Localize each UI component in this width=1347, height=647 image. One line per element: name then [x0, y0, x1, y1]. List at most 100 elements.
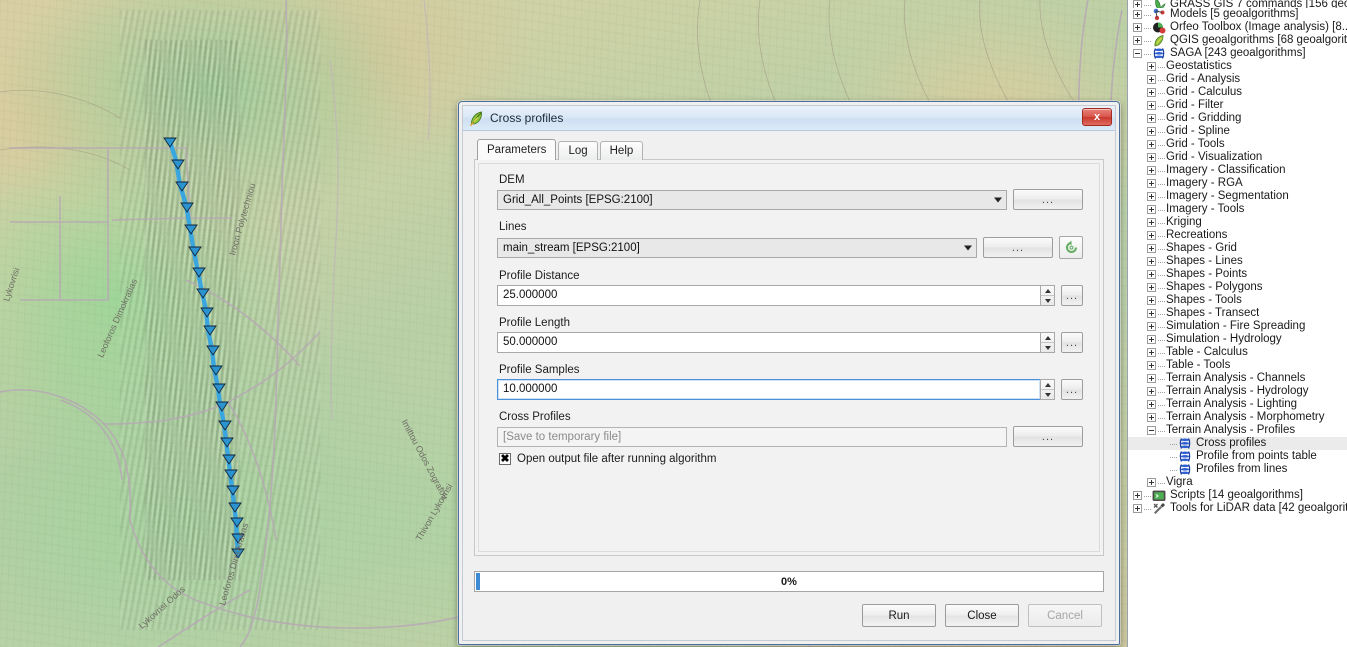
lines-combo[interactable]: main_stream [EPSG:2100]	[497, 237, 977, 258]
algorithm-tree[interactable]: GRASS GIS 7 commands [156 geoal.. Models …	[1128, 0, 1347, 515]
dem-browse-button[interactable]: ...	[1013, 189, 1083, 210]
tree-item[interactable]: Simulation - Hydrology	[1128, 333, 1347, 346]
expand-icon[interactable]	[1147, 153, 1156, 162]
profile-distance-browse-button[interactable]: ...	[1061, 285, 1083, 306]
expand-icon[interactable]	[1147, 361, 1156, 370]
expand-icon[interactable]	[1147, 127, 1156, 136]
profile-distance-stepper[interactable]	[1040, 285, 1055, 306]
expand-icon[interactable]	[1147, 257, 1156, 266]
tab-parameters[interactable]: Parameters	[477, 139, 557, 160]
dem-combo[interactable]: Grid_All_Points [EPSG:2100]	[497, 189, 1007, 210]
expand-icon[interactable]	[1147, 101, 1156, 110]
expand-icon[interactable]	[1147, 348, 1156, 357]
profile-length-browse-button[interactable]: ...	[1061, 332, 1083, 353]
tree-item[interactable]: Imagery - RGA	[1128, 177, 1347, 190]
expand-icon[interactable]	[1147, 244, 1156, 253]
tree-item[interactable]: Simulation - Fire Spreading	[1128, 320, 1347, 333]
tree-item[interactable]: Profile from points table	[1128, 450, 1347, 463]
expand-icon[interactable]	[1133, 23, 1142, 32]
tree-item[interactable]: Shapes - Tools	[1128, 294, 1347, 307]
expand-icon[interactable]	[1147, 374, 1156, 383]
expand-icon[interactable]	[1147, 218, 1156, 227]
expand-icon[interactable]	[1147, 270, 1156, 279]
tree-item-selected[interactable]: Cross profiles	[1128, 437, 1347, 450]
profile-samples-browse-button[interactable]: ...	[1061, 379, 1083, 400]
expand-icon[interactable]	[1147, 88, 1156, 97]
tree-item[interactable]: Vigra	[1128, 476, 1347, 489]
tree-item[interactable]: Terrain Analysis - Channels	[1128, 372, 1347, 385]
expand-icon[interactable]	[1147, 413, 1156, 422]
cross-profiles-output-input[interactable]: [Save to temporary file]	[497, 426, 1007, 447]
tree-item[interactable]: Tools for LiDAR data [42 geoalgorit.	[1128, 502, 1347, 515]
tree-item[interactable]: Imagery - Segmentation	[1128, 190, 1347, 203]
profile-samples-input[interactable]: 10.000000	[497, 379, 1040, 400]
expand-icon[interactable]	[1147, 400, 1156, 409]
tree-item[interactable]: Grid - Gridding	[1128, 112, 1347, 125]
tree-item[interactable]: Terrain Analysis - Morphometry	[1128, 411, 1347, 424]
tree-item[interactable]: Imagery - Classification	[1128, 164, 1347, 177]
collapse-icon[interactable]	[1133, 49, 1142, 58]
tree-item[interactable]: Scripts [14 geoalgorithms]	[1128, 489, 1347, 502]
tree-item[interactable]: Grid - Calculus	[1128, 86, 1347, 99]
open-output-checkbox[interactable]: ✖	[499, 453, 511, 465]
tree-item[interactable]: Grid - Analysis	[1128, 73, 1347, 86]
profile-distance-input[interactable]: 25.000000	[497, 285, 1040, 306]
expand-icon[interactable]	[1147, 140, 1156, 149]
expand-icon[interactable]	[1133, 491, 1142, 500]
tree-item[interactable]: Shapes - Grid	[1128, 242, 1347, 255]
collapse-icon[interactable]	[1147, 426, 1156, 435]
run-button[interactable]: Run	[862, 604, 936, 627]
expand-icon[interactable]	[1147, 231, 1156, 240]
tree-item[interactable]: QGIS geoalgorithms [68 geoalgorit..	[1128, 34, 1347, 47]
iterate-refresh-icon[interactable]	[1059, 236, 1083, 259]
close-icon[interactable]: x	[1082, 108, 1112, 126]
stepper-down-icon[interactable]	[1041, 343, 1054, 352]
tab-help[interactable]: Help	[599, 141, 644, 160]
tree-item[interactable]: Terrain Analysis - Profiles	[1128, 424, 1347, 437]
profile-samples-stepper[interactable]	[1040, 379, 1055, 400]
expand-icon[interactable]	[1147, 62, 1156, 71]
dialog-titlebar[interactable]: Cross profiles x	[463, 106, 1115, 131]
stepper-up-icon[interactable]	[1041, 286, 1054, 296]
stepper-up-icon[interactable]	[1041, 333, 1054, 343]
tree-item[interactable]: SAGA [243 geoalgorithms]	[1128, 47, 1347, 60]
expand-icon[interactable]	[1147, 296, 1156, 305]
tab-log[interactable]: Log	[558, 141, 598, 160]
tree-item[interactable]: Grid - Tools	[1128, 138, 1347, 151]
expand-icon[interactable]	[1147, 478, 1156, 487]
processing-toolbox-panel[interactable]: GRASS GIS 7 commands [156 geoal.. Models …	[1127, 0, 1347, 647]
stepper-down-icon[interactable]	[1041, 296, 1054, 305]
expand-icon[interactable]	[1147, 114, 1156, 123]
expand-icon[interactable]	[1147, 387, 1156, 396]
tree-item[interactable]: Geostatistics	[1128, 60, 1347, 73]
expand-icon[interactable]	[1133, 10, 1142, 19]
expand-icon[interactable]	[1147, 335, 1156, 344]
tree-item[interactable]: Shapes - Polygons	[1128, 281, 1347, 294]
expand-icon[interactable]	[1147, 179, 1156, 188]
expand-icon[interactable]	[1147, 166, 1156, 175]
profile-length-input[interactable]: 50.000000	[497, 332, 1040, 353]
tree-item[interactable]: Terrain Analysis - Hydrology	[1128, 385, 1347, 398]
cross-profiles-output-browse-button[interactable]: ...	[1013, 426, 1083, 447]
tree-item[interactable]: Table - Calculus	[1128, 346, 1347, 359]
tree-item[interactable]: Profiles from lines	[1128, 463, 1347, 476]
profile-length-stepper[interactable]	[1040, 332, 1055, 353]
expand-icon[interactable]	[1147, 192, 1156, 201]
expand-icon[interactable]	[1147, 283, 1156, 292]
stepper-down-icon[interactable]	[1041, 390, 1054, 399]
expand-icon[interactable]	[1133, 36, 1142, 45]
expand-icon[interactable]	[1133, 504, 1142, 513]
expand-icon[interactable]	[1147, 75, 1156, 84]
open-output-row[interactable]: ✖ Open output file after running algorit…	[499, 453, 1083, 465]
lines-browse-button[interactable]: ...	[983, 237, 1053, 258]
tree-item[interactable]: GRASS GIS 7 commands [156 geoal..	[1128, 0, 1347, 8]
expand-icon[interactable]	[1147, 205, 1156, 214]
expand-icon[interactable]	[1147, 309, 1156, 318]
expand-icon[interactable]	[1147, 322, 1156, 331]
tree-item[interactable]: Grid - Filter	[1128, 99, 1347, 112]
stepper-up-icon[interactable]	[1041, 380, 1054, 390]
tree-item[interactable]: Terrain Analysis - Lighting	[1128, 398, 1347, 411]
close-button[interactable]: Close	[945, 604, 1019, 627]
tree-item[interactable]: Grid - Visualization	[1128, 151, 1347, 164]
tree-item[interactable]: Orfeo Toolbox (Image analysis) [8...	[1128, 21, 1347, 34]
